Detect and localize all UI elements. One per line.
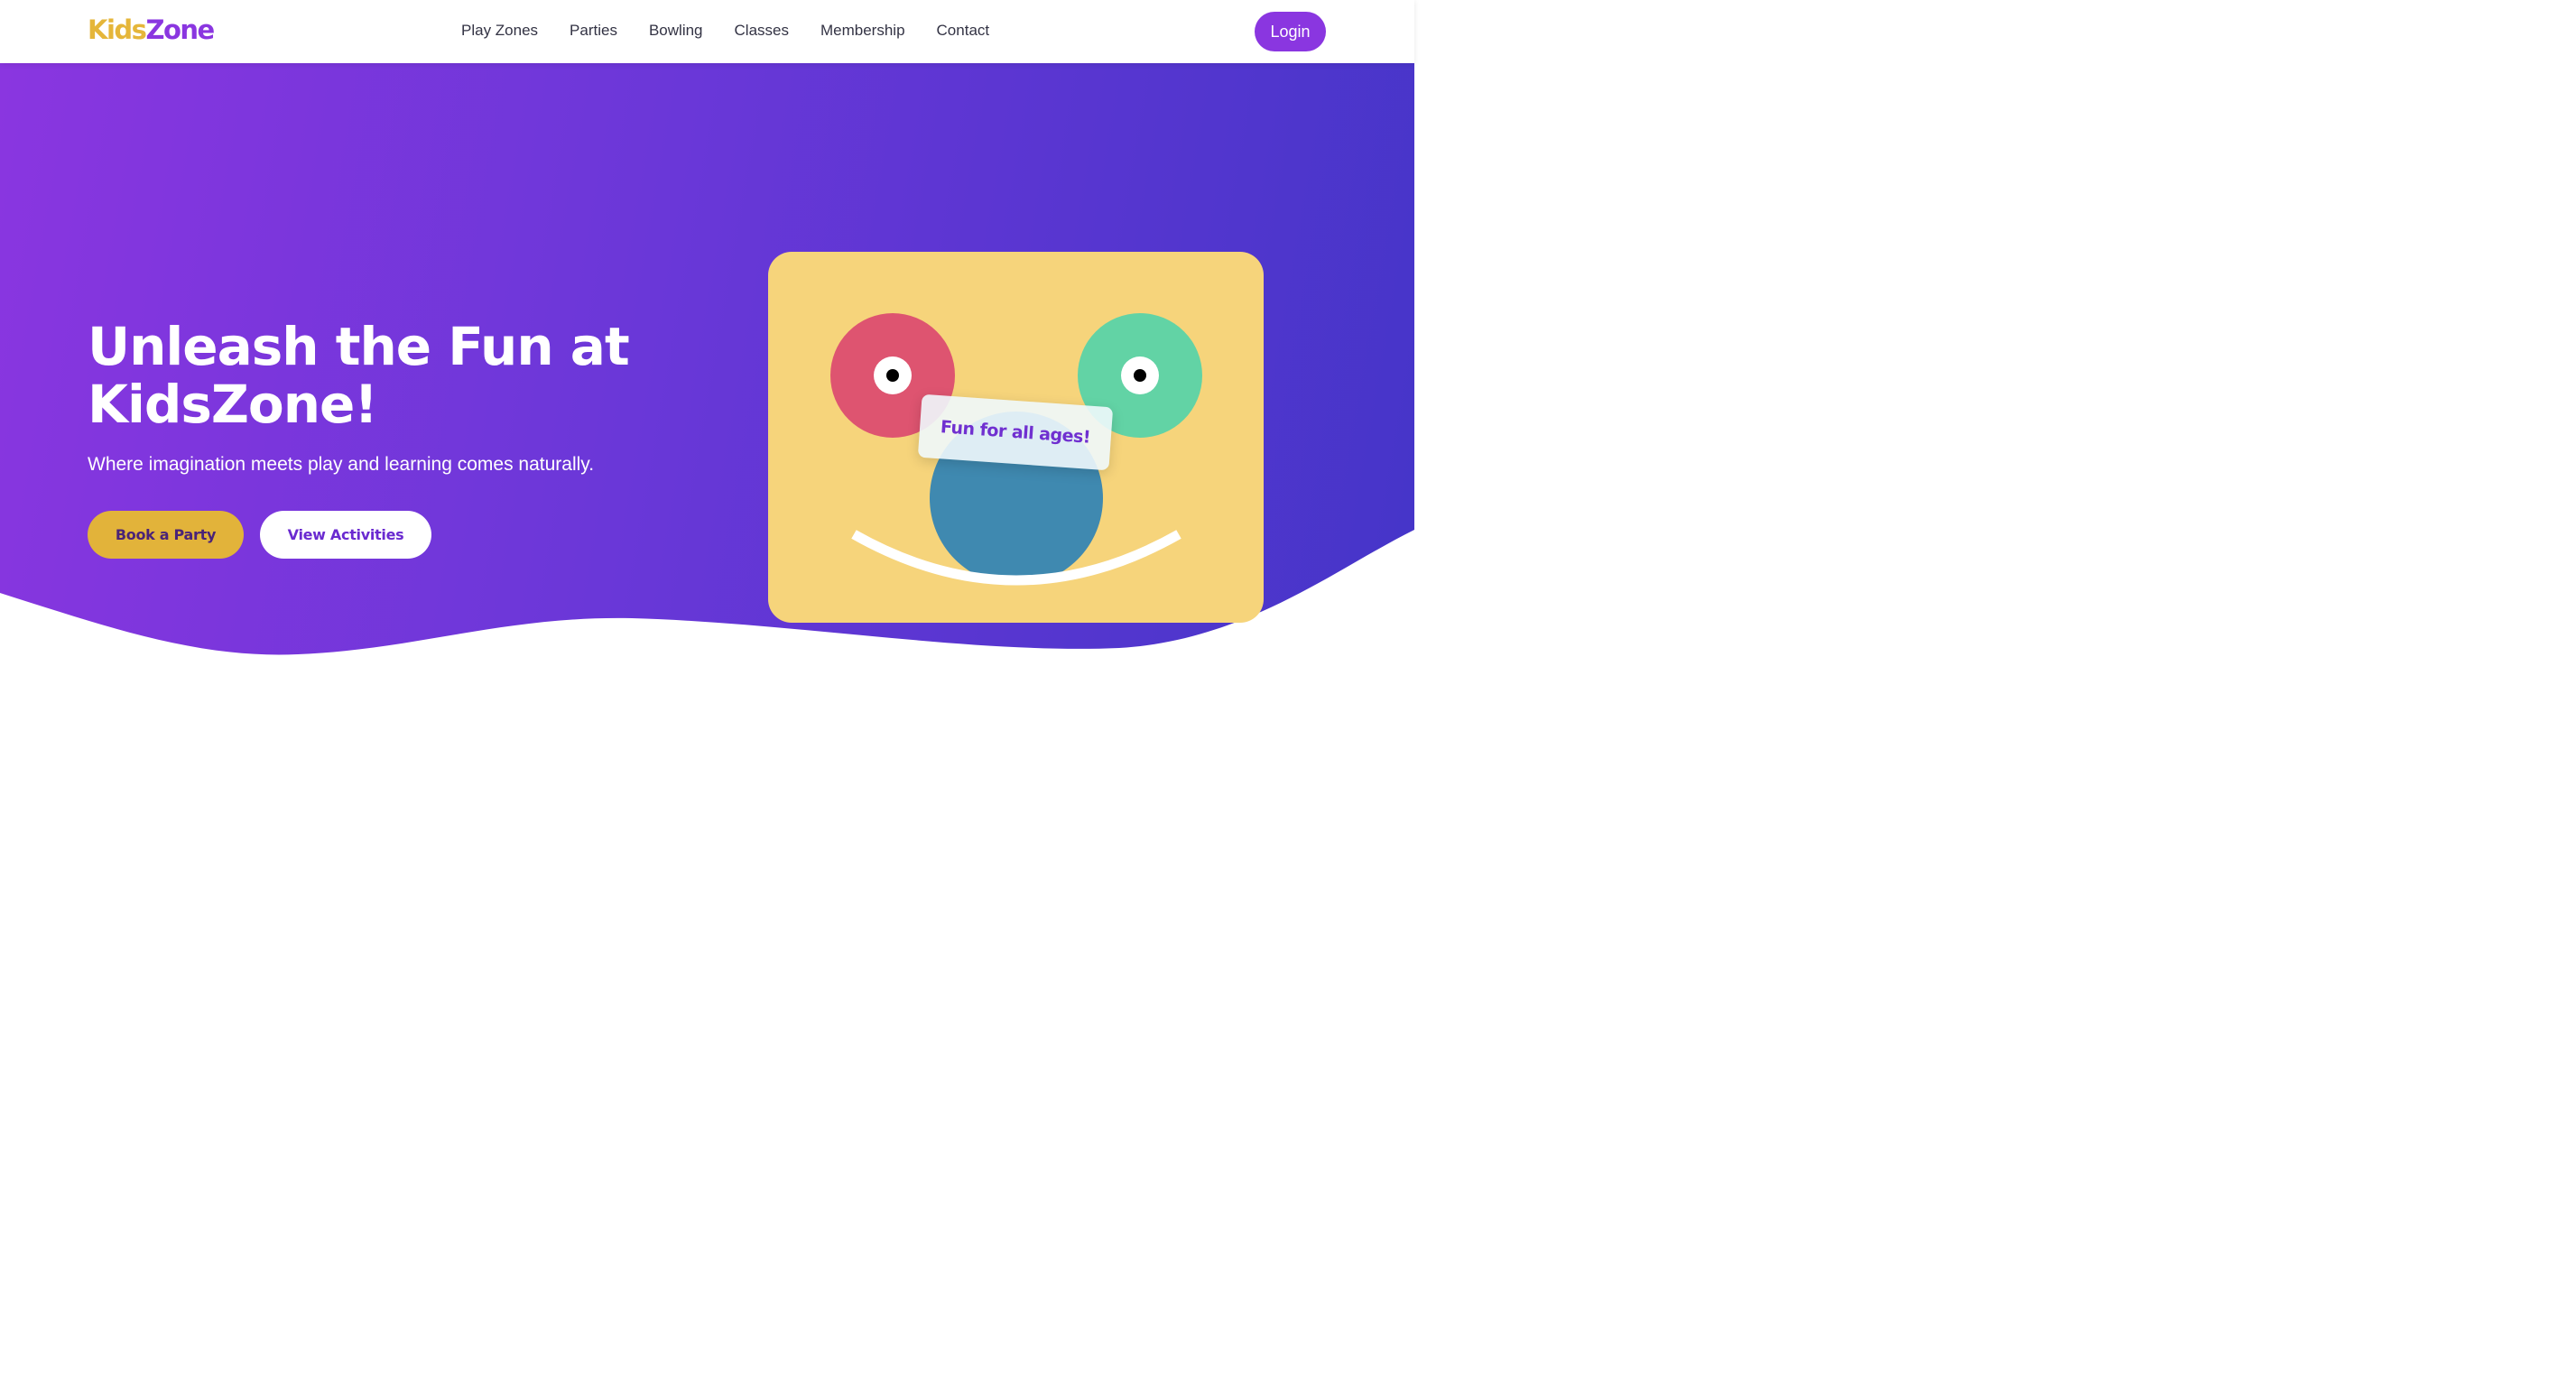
login-button[interactable]: Login — [1255, 12, 1326, 51]
nav-parties[interactable]: Parties — [570, 22, 617, 40]
hero-illustration: Fun for all ages! — [768, 252, 1264, 623]
headline-line-1: Unleash the Fun at — [88, 316, 630, 377]
nav-bowling[interactable]: Bowling — [649, 22, 703, 40]
logo-zone-text: Zone — [145, 14, 215, 45]
nav-classes[interactable]: Classes — [735, 22, 789, 40]
fun-for-all-ages-tag: Fun for all ages! — [917, 393, 1114, 471]
logo-kids-text: Kids — [88, 14, 147, 45]
nav-membership[interactable]: Membership — [820, 22, 905, 40]
hero-subtitle: Where imagination meets play and learnin… — [88, 454, 595, 475]
nav-contact[interactable]: Contact — [937, 22, 990, 40]
right-eye-pupil — [1134, 369, 1146, 382]
view-activities-button[interactable]: View Activities — [260, 511, 431, 559]
main-nav: Play Zones Parties Bowling Classes Membe… — [461, 22, 989, 40]
site-header: KidsZone Play Zones Parties Bowling Clas… — [0, 0, 1414, 63]
hero-headline: Unleash the Fun at KidsZone! — [88, 318, 665, 433]
left-eye-pupil — [886, 369, 899, 382]
kidszone-logo[interactable]: KidsZone — [88, 14, 215, 45]
book-party-button[interactable]: Book a Party — [88, 511, 244, 559]
headline-line-2: KidsZone! — [88, 374, 378, 435]
hero-section: Unleash the Fun at KidsZone! Where imagi… — [0, 63, 1414, 757]
nav-play-zones[interactable]: Play Zones — [461, 22, 538, 40]
